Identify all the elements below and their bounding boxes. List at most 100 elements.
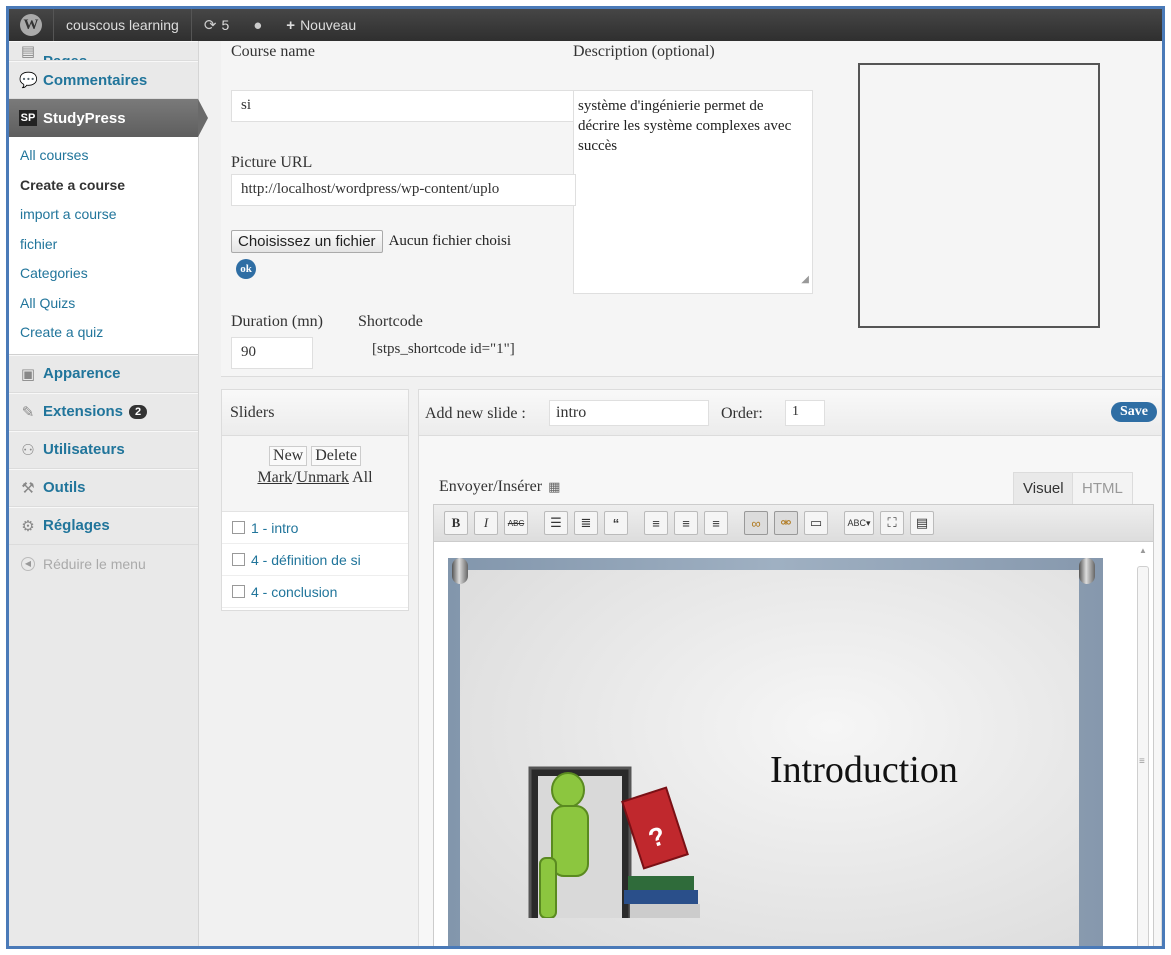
- admin-bar: W couscous learning ⟳ 5 ● + Nouveau: [9, 9, 1162, 41]
- menu-item-settings[interactable]: ⚙ Réglages: [9, 506, 198, 545]
- slide-label[interactable]: 4 - définition de si: [251, 552, 361, 568]
- submenu-create-quiz[interactable]: Create a quiz: [9, 318, 198, 348]
- pages-icon: ▤: [20, 43, 36, 60]
- slide-checkbox[interactable]: [232, 553, 245, 566]
- kitchen-sink-icon[interactable]: ▤: [910, 511, 934, 535]
- slide-list-item[interactable]: 4 - conclusion: [222, 576, 408, 608]
- slide-title: Introduction: [770, 749, 958, 791]
- tools-icon: ⚒: [21, 479, 35, 497]
- plugin-icon: ✎: [21, 403, 35, 421]
- italic-icon[interactable]: I: [474, 511, 498, 535]
- comment-icon: 💬: [19, 72, 38, 89]
- menu-item-comments[interactable]: 💬 Commentaires: [9, 61, 198, 99]
- editor-scrollbar[interactable]: ▲ ≡: [1136, 546, 1150, 946]
- menu-item-studypress[interactable]: SP StudyPress: [9, 99, 208, 137]
- menu-item-tools[interactable]: ⚒ Outils: [9, 468, 198, 507]
- more-tag-icon[interactable]: ▭: [804, 511, 828, 535]
- tab-html[interactable]: HTML: [1072, 472, 1133, 505]
- editor-content-area[interactable]: Introduction ? ▲ ≡: [433, 542, 1154, 946]
- slide-name-input[interactable]: intro: [549, 400, 709, 426]
- update-badge: 2: [129, 404, 148, 419]
- ok-button[interactable]: ok: [236, 259, 256, 279]
- menu-item-pages[interactable]: ▤ Pages: [9, 41, 198, 61]
- collapse-arrow-icon: ◀: [21, 556, 35, 571]
- studypress-icon: SP: [19, 110, 37, 126]
- course-name-input[interactable]: si: [231, 90, 576, 122]
- spellcheck-icon[interactable]: ABC▾: [844, 511, 874, 535]
- bold-icon[interactable]: B: [444, 511, 468, 535]
- slide-checkbox[interactable]: [232, 521, 245, 534]
- align-right-icon[interactable]: ≡: [704, 511, 728, 535]
- unlink-icon[interactable]: ⚮: [774, 511, 798, 535]
- submenu-categories[interactable]: Categories: [9, 259, 198, 289]
- order-input[interactable]: 1: [785, 400, 825, 426]
- new-content-link[interactable]: + Nouveau: [274, 9, 368, 41]
- appearance-icon: ▣: [20, 365, 36, 383]
- order-label: Order:: [721, 405, 763, 422]
- picture-url-input[interactable]: http://localhost/wordpress/wp-content/up…: [231, 174, 576, 206]
- course-name-label: Course name: [231, 43, 315, 60]
- slide-label[interactable]: 4 - conclusion: [251, 584, 337, 600]
- choose-file-button[interactable]: Choisissez un fichier: [231, 229, 383, 253]
- media-insert-link[interactable]: Envoyer/Insérer ▦: [439, 478, 560, 496]
- description-label: Description (optional): [573, 43, 715, 60]
- slide-label[interactable]: 1 - intro: [251, 520, 298, 536]
- link-icon[interactable]: ∞: [744, 511, 768, 535]
- numbered-list-icon[interactable]: ≣: [574, 511, 598, 535]
- submenu-all-courses[interactable]: All courses: [9, 141, 198, 171]
- align-left-icon[interactable]: ≡: [644, 511, 668, 535]
- sliders-title: Sliders: [222, 390, 408, 436]
- align-center-icon[interactable]: ≡: [674, 511, 698, 535]
- fullscreen-icon[interactable]: ⛶: [880, 511, 904, 535]
- slide-checkbox[interactable]: [232, 585, 245, 598]
- menu-item-label: Commentaires: [43, 71, 148, 89]
- menu-item-label: Pages: [43, 53, 87, 60]
- site-name-link[interactable]: couscous learning: [53, 9, 191, 41]
- sliders-panel: Sliders New Delete Mark/Unmark All 1 - i…: [221, 389, 409, 611]
- menu-item-extensions[interactable]: ✎ Extensions 2: [9, 392, 198, 431]
- all-label: All: [352, 469, 373, 486]
- submenu-create-course[interactable]: Create a course: [9, 171, 198, 201]
- menu-item-users[interactable]: ⚇ Utilisateurs: [9, 430, 198, 469]
- collapse-label: Réduire le menu: [43, 555, 146, 572]
- pin-icon: [1079, 558, 1095, 584]
- duration-input[interactable]: 90: [231, 337, 313, 369]
- menu-item-label: Extensions: [43, 403, 124, 420]
- collapse-menu-button[interactable]: ◀ Réduire le menu: [9, 545, 198, 583]
- scroll-up-arrow-icon[interactable]: ▲: [1136, 546, 1150, 562]
- description-text: système d'ingénierie permet de décrire l…: [578, 98, 792, 154]
- site-name: couscous learning: [66, 17, 179, 33]
- wordpress-logo-icon[interactable]: W: [9, 9, 53, 41]
- pin-icon: [452, 558, 468, 584]
- refresh-icon: ⟳: [203, 17, 217, 34]
- course-form: Course name si Description (optional) sy…: [221, 41, 1162, 377]
- comments-link[interactable]: ●: [241, 9, 274, 41]
- blockquote-icon[interactable]: “: [604, 511, 628, 535]
- updates-count: 5: [221, 17, 230, 33]
- delete-slide-button[interactable]: Delete: [311, 446, 361, 466]
- menu-item-appearance[interactable]: ▣ Apparence: [9, 354, 198, 393]
- admin-menu: ▤ Pages 💬 Commentaires SP StudyPress All…: [9, 41, 208, 946]
- file-upload-row: Choisissez un fichier Aucun fichier choi…: [231, 225, 576, 257]
- submenu-all-quizs[interactable]: All Quizs: [9, 289, 198, 319]
- strikethrough-icon[interactable]: ABC: [504, 511, 528, 535]
- duration-label: Duration (mn): [231, 313, 323, 330]
- mark-all-link[interactable]: Mark: [257, 469, 292, 486]
- description-textarea[interactable]: système d'ingénierie permet de décrire l…: [573, 90, 813, 294]
- resize-handle-icon[interactable]: ◢: [801, 270, 809, 290]
- slide-list-item[interactable]: 4 - définition de si: [222, 544, 408, 576]
- new-slide-button[interactable]: New: [269, 446, 308, 466]
- slide-surface: Introduction ?: [460, 570, 1079, 946]
- submenu-import-course[interactable]: import a course: [9, 200, 198, 230]
- updates-link[interactable]: ⟳ 5: [190, 9, 241, 41]
- slide-list-item[interactable]: 1 - intro: [222, 512, 408, 544]
- users-icon: ⚇: [21, 441, 35, 459]
- unmark-all-link[interactable]: Unmark: [297, 469, 349, 486]
- submenu-fichier[interactable]: fichier: [9, 230, 198, 260]
- menu-item-label: Apparence: [43, 365, 121, 382]
- slide-illustration: ?: [528, 766, 700, 918]
- bullet-list-icon[interactable]: ☰: [544, 511, 568, 535]
- tab-visual[interactable]: Visuel: [1013, 472, 1074, 505]
- save-button[interactable]: Save: [1111, 402, 1157, 422]
- media-icon: ▦: [548, 479, 561, 494]
